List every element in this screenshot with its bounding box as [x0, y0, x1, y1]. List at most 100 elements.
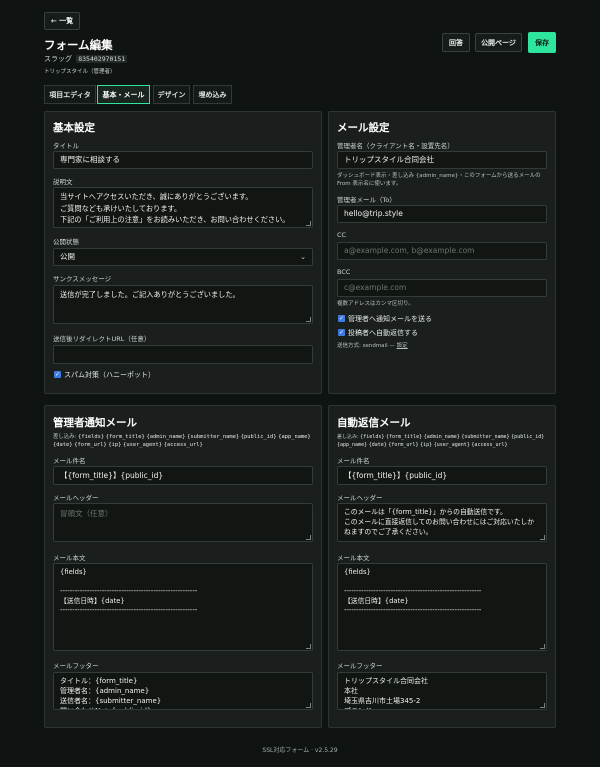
- admin-subject-label: メール件名: [53, 457, 86, 465]
- admin-body-label: メール本文: [53, 554, 86, 562]
- placeholder-token: {form_url}: [74, 442, 107, 448]
- resize-handle[interactable]: [306, 317, 311, 322]
- answers-button[interactable]: 回答: [442, 33, 470, 52]
- placeholder-token: {form_url}: [388, 442, 419, 448]
- save-button[interactable]: 保存: [528, 32, 556, 53]
- resize-handle[interactable]: [540, 703, 545, 708]
- spam-checkbox[interactable]: ✓: [54, 371, 61, 378]
- title-input[interactable]: 専門家に相談する: [53, 151, 313, 169]
- placeholder-token: {ip}: [420, 442, 433, 448]
- redirect-input[interactable]: [53, 345, 313, 364]
- auto-reply-label: 投稿者へ自動返信する: [348, 329, 418, 337]
- placeholder-token: {form_title}: [385, 434, 423, 440]
- placeholders-label: 差し込み:: [53, 434, 77, 440]
- redirect-label: 送信後リダイレクトURL（任意）: [53, 335, 151, 343]
- placeholder-token: {admin_name}: [146, 434, 186, 440]
- admin-mail-heading: 管理者通知メール: [53, 417, 137, 429]
- back-button[interactable]: ← 一覧: [44, 12, 80, 30]
- page-title: フォーム編集: [44, 38, 113, 52]
- admin-body-textarea[interactable]: {fields} -------------------------------…: [53, 563, 313, 651]
- resize-handle[interactable]: [540, 644, 545, 649]
- admin-placeholders-row2: {date} {form_url} {ip} {user_agent} {acc…: [53, 441, 203, 449]
- basic-settings-heading: 基本設定: [53, 122, 95, 134]
- placeholder-token: {fields}: [78, 434, 105, 440]
- placeholder-token: {access_url}: [471, 442, 508, 448]
- placeholder-token: {admin_name}: [423, 434, 460, 440]
- tab-basic-mail[interactable]: 基本・メール: [97, 85, 150, 104]
- send-method-row: 送信方式: sendmail — 設定: [337, 342, 408, 350]
- placeholder-token: {ip}: [108, 442, 122, 448]
- thanks-label: サンクスメッセージ: [53, 275, 112, 283]
- auto-footer-label: メールフッター: [337, 662, 383, 670]
- placeholder-token: {user_agent}: [433, 442, 470, 448]
- send-method-label: 送信方式: sendmail —: [337, 343, 395, 349]
- slug-row: スラッグ 835402970151: [44, 54, 128, 64]
- resize-handle[interactable]: [540, 535, 545, 540]
- multi-address-help: 複数アドレスはカンマ区切り。: [337, 301, 414, 307]
- admin-footer-label: メールフッター: [53, 662, 99, 670]
- resize-handle[interactable]: [306, 535, 311, 540]
- thanks-text: 送信が完了しました。ご記入ありがとうございました。: [60, 290, 240, 299]
- admin-footer-textarea[interactable]: タイトル：{form_title} 管理者名：{admin_name} 送信者名…: [53, 672, 313, 710]
- auto-placeholders-row2: {app_name} {date} {form_url} {ip} {user_…: [337, 441, 508, 449]
- auto-header-label: メールヘッダー: [337, 494, 383, 502]
- auto-body-text: {fields} -------------------------------…: [344, 568, 482, 614]
- admin-header-textarea[interactable]: 冒頭文（任意）: [53, 503, 313, 542]
- auto-footer-text: トリップスタイル合同会社 本社 埼玉県吉川市土場345-2 ブランド: [344, 677, 428, 709]
- admin-body-text: {fields} -------------------------------…: [60, 568, 198, 614]
- placeholder-token: {date}: [53, 442, 73, 448]
- auto-reply-checkbox[interactable]: ✓: [338, 329, 345, 336]
- site-name: トリップスタイル（管理者）: [44, 69, 116, 75]
- bcc-input[interactable]: c@example.com: [337, 279, 547, 297]
- resize-handle[interactable]: [306, 644, 311, 649]
- placeholder-token: {form_title}: [105, 434, 145, 440]
- chevron-down-icon: ⌄: [300, 253, 306, 261]
- placeholder-token: {submitter_name}: [187, 434, 240, 440]
- resize-handle[interactable]: [306, 221, 311, 226]
- spam-label: スパム対策（ハニーポット）: [64, 371, 155, 379]
- tab-embed[interactable]: 埋め込み: [193, 85, 232, 104]
- admin-name-label: 管理者名（クライアント名・設置先名）: [337, 142, 454, 150]
- placeholder-token: {submitter_name}: [461, 434, 510, 440]
- placeholder-token: {user_agent}: [123, 442, 163, 448]
- admin-mail-label: 管理者メール（To）: [337, 196, 396, 204]
- auto-body-textarea[interactable]: {fields} -------------------------------…: [337, 563, 547, 651]
- public-page-button[interactable]: 公開ページ: [475, 33, 522, 52]
- placeholder-token: {app_name}: [337, 442, 368, 448]
- resize-handle[interactable]: [306, 703, 311, 708]
- admin-header-label: メールヘッダー: [53, 494, 99, 502]
- placeholder-token: {fields}: [360, 434, 385, 440]
- send-method-link[interactable]: 設定: [397, 343, 408, 349]
- description-label: 説明文: [53, 178, 73, 186]
- placeholders-label: 差し込み:: [337, 434, 359, 440]
- app-version-footer: SSL対応フォーム · v2.5.29: [262, 747, 338, 754]
- placeholder-token: {public_id}: [240, 434, 277, 440]
- notify-admin-label: 管理者へ通知メールを送る: [348, 315, 432, 323]
- status-selected: 公開: [60, 252, 75, 261]
- placeholder-token: {date}: [368, 442, 387, 448]
- cc-label: CC: [337, 231, 347, 239]
- description-textarea[interactable]: 当サイトへアクセスいただき、誠にありがとうございます。 ご質問なども承けいたして…: [53, 187, 313, 228]
- tab-field-editor[interactable]: 項目エディタ: [44, 85, 96, 104]
- title-label: タイトル: [53, 142, 79, 150]
- cc-placeholder: a@example.com, b@example.com: [344, 246, 475, 255]
- auto-header-textarea[interactable]: このメールは「{form_title}」からの自動送信です。 このメールに直接返…: [337, 503, 547, 542]
- admin-subject-input[interactable]: 【{form_title}】{public_id}: [53, 466, 313, 485]
- auto-subject-label: メール件名: [337, 457, 370, 465]
- auto-footer-textarea[interactable]: トリップスタイル合同会社 本社 埼玉県吉川市土場345-2 ブランド: [337, 672, 547, 710]
- bcc-label: BCC: [337, 268, 351, 276]
- cc-input[interactable]: a@example.com, b@example.com: [337, 242, 547, 260]
- bcc-placeholder: c@example.com: [344, 283, 407, 292]
- status-select[interactable]: 公開 ⌄: [53, 248, 313, 266]
- tab-design[interactable]: デザイン: [153, 85, 190, 104]
- auto-subject-input[interactable]: 【{form_title}】{public_id}: [337, 466, 547, 485]
- status-label: 公開状態: [53, 238, 79, 246]
- admin-header-placeholder: 冒頭文（任意）: [60, 509, 113, 518]
- admin-mail-input[interactable]: hello@trip.style: [337, 205, 547, 223]
- thanks-textarea[interactable]: 送信が完了しました。ご記入ありがとうございました。: [53, 285, 313, 324]
- admin-name-input[interactable]: トリップスタイル合同会社: [337, 151, 547, 169]
- notify-admin-checkbox[interactable]: ✓: [338, 315, 345, 322]
- admin-footer-text: タイトル：{form_title} 管理者名：{admin_name} 送信者名…: [60, 677, 162, 709]
- placeholder-token: {app_name}: [278, 434, 311, 440]
- placeholder-token: {access_url}: [163, 442, 203, 448]
